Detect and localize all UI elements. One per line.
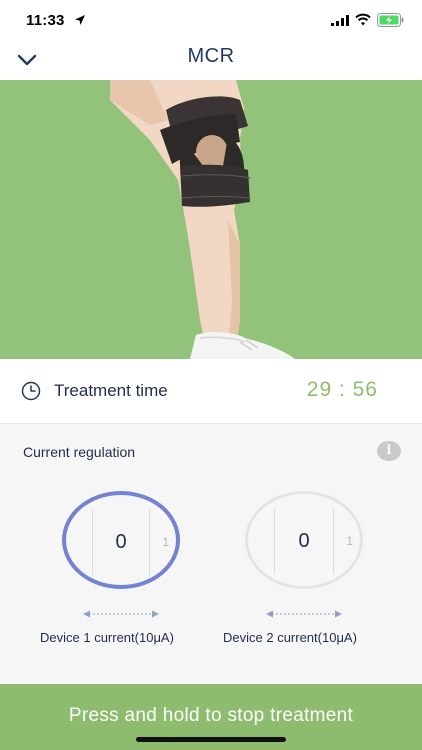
page-title: MCR <box>187 45 235 67</box>
double-arrow-icon <box>83 610 159 618</box>
device-2-current-dial[interactable]: 0 1 <box>245 491 363 589</box>
treatment-time-label: Treatment time <box>54 381 168 400</box>
hero-image <box>0 80 422 359</box>
current-regulation-title: Current regulation <box>23 444 136 460</box>
current-regulation-panel: Current regulation i 0 1 Device 1 curren… <box>0 424 422 684</box>
treatment-time-row: Treatment time 29 : 56 <box>0 359 422 424</box>
treatment-time-value: 29 : 56 <box>306 378 378 401</box>
device-2-current-value: 0 <box>298 530 310 552</box>
knee-brace-illustration <box>110 80 295 359</box>
device-1-label: Device 1 current(10μA) <box>40 630 174 645</box>
signal-icon <box>331 15 349 26</box>
device-1-current-value: 0 <box>115 531 127 553</box>
device-1-next-value: 1 <box>162 535 169 549</box>
double-arrow-icon <box>266 610 342 618</box>
status-time: 11:33 <box>26 12 65 29</box>
info-icon[interactable]: i <box>377 441 401 461</box>
device-2-next-value: 1 <box>346 534 353 548</box>
wifi-icon <box>355 13 371 26</box>
device-2-label: Device 2 current(10μA) <box>223 630 357 645</box>
nav-bar: MCR <box>0 40 422 80</box>
home-indicator <box>136 737 286 742</box>
clock-icon <box>21 381 41 401</box>
status-bar: 11:33 <box>0 0 422 40</box>
location-arrow-icon <box>75 15 85 25</box>
battery-icon <box>377 13 404 27</box>
device-1-current-dial[interactable]: 0 1 <box>62 491 180 589</box>
